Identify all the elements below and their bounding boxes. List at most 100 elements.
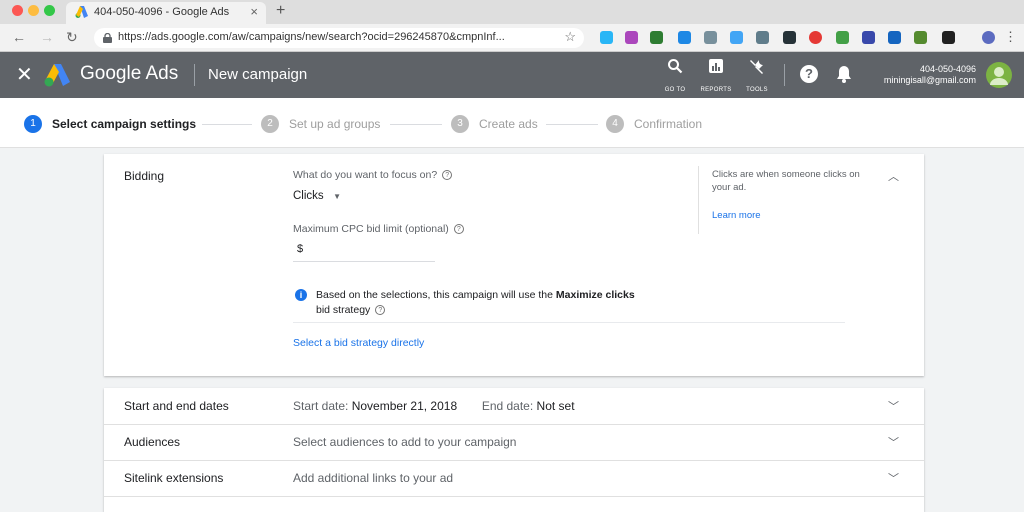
- window-maximize-button[interactable]: [44, 5, 55, 16]
- end-date-label: End date:: [481, 399, 534, 413]
- row-value: Select audiences to add to your campaign: [293, 435, 517, 449]
- extension-b-icon[interactable]: [914, 31, 927, 44]
- account-info[interactable]: 404-050-4096 miningisall@gmail.com: [872, 64, 976, 86]
- brand-name: Google Ads: [80, 63, 179, 84]
- start-date-value: November 21, 2018: [351, 399, 458, 413]
- row-label: Audiences: [124, 435, 181, 449]
- extension-arrow-icon[interactable]: [756, 31, 769, 44]
- bidding-section-label: Bidding: [124, 169, 165, 183]
- menu-dots-icon[interactable]: ⋮: [1004, 29, 1017, 45]
- tab-close-icon[interactable]: ×: [250, 4, 258, 19]
- step-4-number[interactable]: 4: [606, 115, 624, 133]
- bidding-card: Bidding What do you want to focus on?? C…: [104, 154, 924, 376]
- extension-red-icon[interactable]: [809, 31, 822, 44]
- info-text-strategy: Maximize clicks: [555, 289, 635, 301]
- currency-symbol: $: [297, 243, 304, 255]
- step-connector: [202, 124, 252, 125]
- section-divider: [293, 322, 845, 323]
- extension-cloud-icon[interactable]: [600, 31, 613, 44]
- main-content: Bidding What do you want to focus on?? C…: [0, 148, 1024, 512]
- extension-photo-icon[interactable]: [625, 31, 638, 44]
- google-ads-favicon-icon: [75, 6, 88, 18]
- reload-icon[interactable]: ↻: [66, 29, 78, 46]
- back-icon[interactable]: ←: [12, 29, 26, 45]
- tab-title: 404-050-4096 - Google Ads: [94, 6, 230, 18]
- info-text-prefix: Based on the selections, this campaign w…: [316, 289, 556, 301]
- forward-icon[interactable]: →: [40, 29, 54, 45]
- tools-button[interactable]: TOOLS: [742, 58, 772, 96]
- help-icon[interactable]: ?: [453, 224, 464, 234]
- step-1-number[interactable]: 1: [24, 115, 42, 133]
- extension-download-icon[interactable]: [888, 31, 901, 44]
- row-sitelink-extensions[interactable]: Sitelink extensions Add additional links…: [104, 460, 924, 496]
- step-connector: [546, 124, 598, 125]
- side-divider: [698, 166, 699, 234]
- avatar[interactable]: [986, 62, 1012, 88]
- extension-blue-icon[interactable]: [678, 31, 691, 44]
- window-minimize-button[interactable]: [28, 5, 39, 16]
- collapse-chevron-up-icon[interactable]: ︿: [888, 168, 899, 184]
- dropdown-arrow-icon: ▼: [333, 192, 342, 201]
- row-label: Sitelink extensions: [124, 471, 224, 485]
- reports-icon: [698, 58, 734, 78]
- help-icon[interactable]: ?: [442, 170, 453, 180]
- expand-chevron-down-icon[interactable]: ﹀: [888, 470, 899, 486]
- extension-chevron-icon[interactable]: [783, 31, 796, 44]
- avatar-person-icon: [990, 67, 1008, 85]
- lock-icon: [103, 33, 112, 43]
- step-2-number[interactable]: 2: [261, 115, 279, 133]
- focus-question-text: What do you want to focus on?: [293, 169, 438, 181]
- select-bid-strategy-link[interactable]: Select a bid strategy directly: [293, 337, 424, 349]
- extension-camera-icon[interactable]: [704, 31, 717, 44]
- max-cpc-input[interactable]: $: [293, 240, 435, 262]
- bid-strategy-info: Based on the selections, this campaign w…: [316, 288, 676, 318]
- focus-dropdown[interactable]: Clicks ▼: [293, 186, 341, 204]
- row-divider: [104, 496, 924, 497]
- learn-more-link[interactable]: Learn more: [712, 210, 761, 221]
- bookmark-star-icon[interactable]: ☆: [564, 29, 576, 45]
- expand-chevron-down-icon[interactable]: ﹀: [888, 434, 899, 450]
- expand-chevron-down-icon[interactable]: ﹀: [888, 398, 899, 414]
- row-start-end-dates[interactable]: Start and end dates Start date: November…: [104, 388, 924, 424]
- step-4-label[interactable]: Confirmation: [634, 117, 702, 131]
- goto-button[interactable]: GO TO: [660, 58, 690, 96]
- focus-dropdown-value: Clicks: [293, 190, 324, 202]
- step-connector: [390, 124, 442, 125]
- notifications-bell-icon[interactable]: [836, 65, 852, 83]
- extension-green-icon[interactable]: [650, 31, 663, 44]
- address-bar[interactable]: https://ads.google.com/aw/campaigns/new/…: [94, 28, 584, 48]
- extension-p-icon[interactable]: [836, 31, 849, 44]
- max-cpc-label-text: Maximum CPC bid limit (optional): [293, 223, 449, 235]
- row-value: Start date: November 21, 2018 End date: …: [293, 399, 575, 413]
- window-close-button[interactable]: [12, 5, 23, 16]
- app-header: ✕ Google Ads New campaign GO TO REPORTS …: [0, 52, 1024, 98]
- account-email: miningisall@gmail.com: [883, 75, 976, 85]
- step-3-label[interactable]: Create ads: [479, 117, 538, 131]
- side-help-text: Clicks are when someone clicks on your a…: [712, 169, 860, 193]
- info-icon: i: [295, 289, 307, 301]
- goto-label: GO TO: [664, 87, 686, 93]
- profile-icon[interactable]: [982, 31, 995, 44]
- row-audiences[interactable]: Audiences Select audiences to add to you…: [104, 424, 924, 460]
- extension-i-icon[interactable]: [862, 31, 875, 44]
- close-campaign-icon[interactable]: ✕: [16, 62, 33, 87]
- extension-person-icon[interactable]: [730, 31, 743, 44]
- account-id: 404-050-4096: [919, 64, 976, 74]
- max-cpc-label: Maximum CPC bid limit (optional)?: [293, 223, 464, 235]
- new-tab-button[interactable]: +: [276, 2, 285, 20]
- page-title: New campaign: [208, 66, 308, 83]
- step-3-number[interactable]: 3: [451, 115, 469, 133]
- help-icon[interactable]: ?: [800, 65, 818, 83]
- browser-toolbar: ← → ↻ https://ads.google.com/aw/campaign…: [0, 24, 1024, 52]
- help-icon[interactable]: ?: [375, 305, 386, 315]
- reports-button[interactable]: REPORTS: [698, 58, 734, 96]
- focus-question: What do you want to focus on??: [293, 169, 453, 181]
- google-ads-logo-icon: [44, 64, 70, 87]
- extension-c-icon[interactable]: [942, 31, 955, 44]
- step-1-label[interactable]: Select campaign settings: [52, 117, 196, 131]
- browser-tab[interactable]: 404-050-4096 - Google Ads ×: [66, 2, 266, 24]
- header-divider: [194, 64, 195, 86]
- step-2-label[interactable]: Set up ad groups: [289, 117, 380, 131]
- wrench-icon: [742, 58, 772, 78]
- row-value: Add additional links to your ad: [293, 471, 454, 485]
